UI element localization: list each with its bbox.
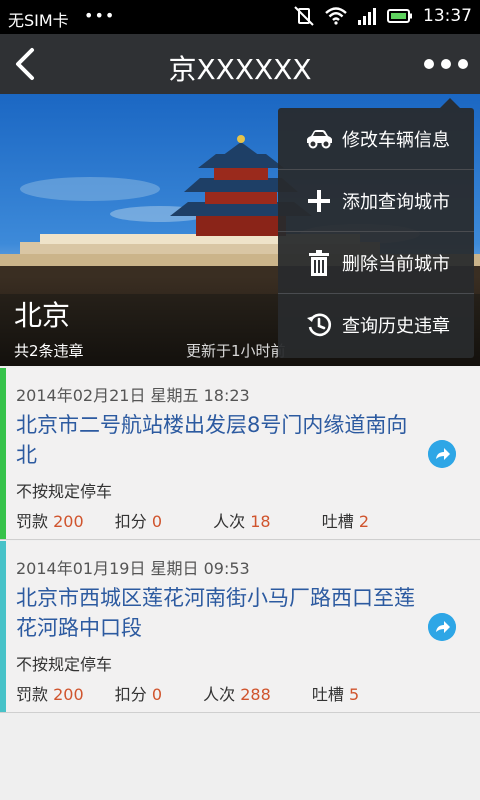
page-title: 京XXXXXX	[168, 53, 312, 86]
more-menu-button[interactable]	[424, 56, 468, 72]
points-value: 0	[151, 512, 163, 531]
vibrate-mute-icon	[294, 6, 314, 26]
more-dot-icon	[458, 59, 468, 69]
fine-label: 罚款	[16, 685, 49, 704]
record-address[interactable]: 北京市西城区莲花河南街小马厂路西口至莲花河路中口段	[16, 583, 416, 643]
violation-record[interactable]: 2014年02月21日 星期五 18:23 北京市二号航站楼出发层8号门内缘道南…	[0, 368, 480, 540]
violation-count: 共2条违章	[14, 342, 84, 360]
app-bar: 京XXXXXX	[0, 34, 480, 94]
clock: 13:37	[423, 6, 472, 26]
overflow-menu: 修改车辆信息 添加查询城市 删除当前城市 查询历史违章	[278, 98, 474, 358]
plus-icon	[304, 186, 334, 216]
notification-dots: •••	[84, 6, 116, 25]
points-value: 0	[151, 685, 163, 704]
menu-item-edit-vehicle[interactable]: 修改车辆信息	[278, 108, 474, 170]
menu-item-label: 删除当前城市	[342, 253, 450, 275]
more-dot-icon	[424, 59, 434, 69]
people-value: 288	[240, 685, 271, 704]
people-value: 18	[250, 512, 271, 531]
record-address[interactable]: 北京市二号航站楼出发层8号门内缘道南向北	[16, 410, 416, 470]
record-stats: 罚款 200 扣分 0 人次 288 吐槽 5	[16, 681, 359, 705]
menu-item-add-city[interactable]: 添加查询城市	[278, 170, 474, 232]
car-icon	[304, 124, 334, 154]
menu-item-delete-city[interactable]: 删除当前城市	[278, 232, 474, 294]
city-name: 北京	[14, 299, 71, 332]
menu-item-label: 查询历史违章	[342, 316, 450, 337]
more-dot-icon	[441, 59, 451, 69]
fine-value: 200	[53, 512, 84, 531]
menu-item-history[interactable]: 查询历史违章	[278, 294, 474, 356]
points-label: 扣分	[114, 685, 147, 704]
comments-label: 吐槽	[311, 685, 344, 704]
updated-time: 更新于1小时前	[186, 342, 286, 360]
record-violation-type: 不按规定停车	[16, 482, 113, 501]
share-icon[interactable]	[428, 440, 456, 468]
points-label: 扣分	[114, 512, 147, 531]
signal-icon	[358, 8, 376, 25]
record-accent-bar	[0, 368, 6, 539]
comments-value: 2	[358, 512, 369, 531]
record-accent-bar	[0, 541, 6, 712]
comments-label: 吐槽	[321, 512, 354, 531]
comments-value: 5	[349, 685, 360, 704]
record-violation-type: 不按规定停车	[16, 655, 113, 674]
history-icon	[304, 310, 334, 340]
carrier-label: 无SIM卡	[8, 11, 69, 30]
menu-item-label: 修改车辆信息	[342, 129, 450, 151]
people-label: 人次	[203, 685, 236, 704]
record-stats: 罚款 200 扣分 0 人次 18 吐槽 2	[16, 508, 369, 532]
people-label: 人次	[213, 512, 246, 531]
share-icon[interactable]	[428, 613, 456, 641]
record-datetime: 2014年02月21日 星期五 18:23	[16, 386, 250, 405]
record-datetime: 2014年01月19日 星期日 09:53	[16, 559, 250, 578]
wifi-icon	[325, 7, 347, 25]
battery-icon	[387, 9, 412, 23]
fine-value: 200	[53, 685, 84, 704]
trash-icon	[304, 248, 334, 278]
status-bar: 无SIM卡 ••• 13:37	[0, 0, 480, 34]
menu-item-label: 添加查询城市	[342, 191, 450, 213]
violation-record[interactable]: 2014年01月19日 星期日 09:53 北京市西城区莲花河南街小马厂路西口至…	[0, 541, 480, 713]
fine-label: 罚款	[16, 512, 49, 531]
menu-caret	[440, 98, 460, 108]
